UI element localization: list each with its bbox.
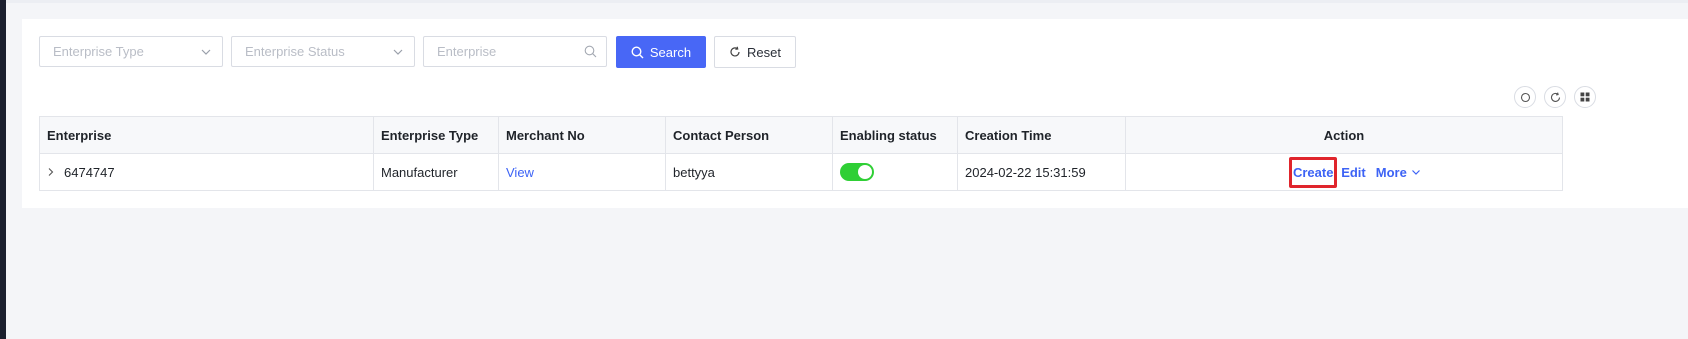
filter-bar: Enterprise Type Enterprise Status Enterp… xyxy=(39,36,796,68)
column-header-enabling-status: Enabling status xyxy=(833,117,958,153)
creation-time-value: 2024-02-22 15:31:59 xyxy=(958,154,1126,190)
table-row: 6474747 Manufacturer View bettyya 2024-0… xyxy=(40,154,1562,190)
merchant-no-cell: View xyxy=(499,154,666,190)
enterprise-status-select[interactable]: Enterprise Status xyxy=(231,36,415,67)
enterprise-search-input[interactable]: Enterprise xyxy=(423,36,607,67)
create-action-link[interactable]: Create xyxy=(1293,165,1333,180)
column-header-action: Action xyxy=(1323,127,1365,143)
column-header-merchant-no: Merchant No xyxy=(499,117,666,153)
enterprise-value: 6474747 xyxy=(64,164,115,180)
enterprise-type-placeholder: Enterprise Type xyxy=(53,44,144,59)
reset-icon xyxy=(730,46,740,57)
top-band xyxy=(6,0,1688,3)
action-cell: Create Edit More xyxy=(1126,154,1562,190)
table-search-icon[interactable] xyxy=(1514,86,1536,108)
enterprise-input-placeholder: Enterprise xyxy=(437,44,497,59)
grid-settings-icon[interactable] xyxy=(1574,86,1596,108)
create-highlight-box: Create xyxy=(1289,156,1338,188)
edit-action-link[interactable]: Edit xyxy=(1341,165,1366,180)
contact-person-value: bettyya xyxy=(666,154,833,190)
enterprise-status-placeholder: Enterprise Status xyxy=(245,44,345,59)
enterprise-type-value: Manufacturer xyxy=(374,154,499,190)
enabling-status-cell xyxy=(833,154,958,190)
reset-button-label: Reset xyxy=(747,44,781,60)
reset-button[interactable]: Reset xyxy=(714,36,796,68)
enabling-status-toggle[interactable] xyxy=(840,163,874,181)
column-header-creation-time: Creation Time xyxy=(958,117,1126,153)
column-header-enterprise-type: Enterprise Type xyxy=(374,117,499,153)
chevron-down-icon xyxy=(201,49,211,55)
toggle-knob xyxy=(858,165,872,179)
table-toolbar xyxy=(1514,86,1596,108)
refresh-icon[interactable] xyxy=(1544,86,1566,108)
search-button-label: Search xyxy=(649,44,692,60)
search-icon xyxy=(584,45,597,58)
enterprise-list-card: Enterprise Type Enterprise Status Enterp… xyxy=(22,19,1688,208)
left-sidebar-edge xyxy=(0,0,6,339)
chevron-down-icon xyxy=(1411,170,1420,175)
more-actions-dropdown[interactable]: More xyxy=(1376,165,1421,180)
table-header: Enterprise Enterprise Type Merchant No C… xyxy=(40,117,1562,154)
enterprise-type-select[interactable]: Enterprise Type xyxy=(39,36,223,67)
chevron-down-icon xyxy=(393,49,403,55)
column-header-contact-person: Contact Person xyxy=(666,117,833,153)
enterprise-table: Enterprise Enterprise Type Merchant No C… xyxy=(39,116,1563,191)
search-icon xyxy=(631,45,644,58)
more-label: More xyxy=(1375,164,1407,180)
view-merchant-link[interactable]: View xyxy=(506,165,534,180)
column-header-enterprise: Enterprise xyxy=(40,117,374,153)
expand-row-icon[interactable] xyxy=(46,167,56,177)
enterprise-cell: 6474747 xyxy=(40,154,374,190)
search-button[interactable]: Search xyxy=(616,36,706,68)
row-actions: Create Edit More xyxy=(1289,156,1421,188)
